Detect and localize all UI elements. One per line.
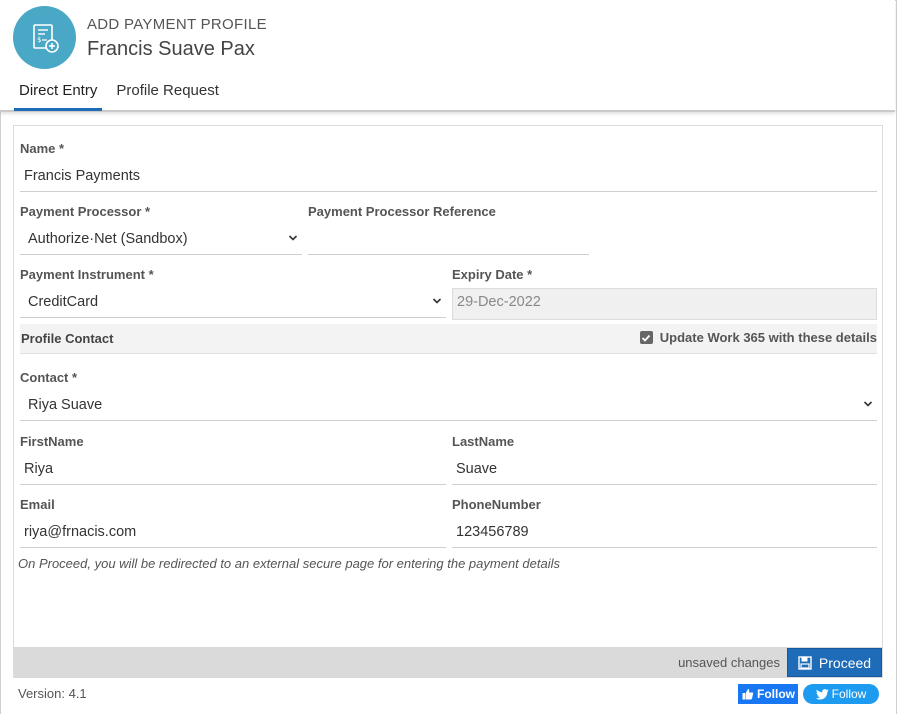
phone-input[interactable]: 123456789 [452, 519, 877, 548]
redirect-note: On Proceed, you will be redirected to an… [18, 556, 560, 571]
expiry-date-input[interactable]: 29-Dec-2022 [452, 288, 877, 320]
tab-bar: Direct Entry Profile Request [14, 79, 224, 111]
facebook-follow-button[interactable]: Follow [738, 684, 798, 704]
page-header: $ ADD PAYMENT PROFILE Francis Suave Pax … [0, 0, 895, 112]
processor-reference-input[interactable] [308, 226, 589, 255]
thumbs-up-icon [742, 689, 754, 700]
twitter-follow-button[interactable]: Follow [803, 684, 879, 704]
proceed-button[interactable]: Proceed [787, 648, 882, 677]
form-footer: unsaved changes Proceed [14, 647, 882, 678]
payment-instrument-select[interactable]: CreditCard [20, 289, 446, 318]
first-name-input[interactable]: Riya [20, 456, 446, 485]
tab-profile-request[interactable]: Profile Request [111, 79, 224, 111]
facebook-follow-label: Follow [757, 687, 795, 701]
payment-processor-label: Payment Processor * [20, 204, 151, 219]
payment-profile-form: Name * Francis Payments Payment Processo… [13, 125, 883, 678]
profile-contact-title: Profile Contact [21, 331, 114, 346]
payment-processor-select[interactable]: Authorize·Net (Sandbox) [20, 226, 302, 255]
payment-instrument-value: CreditCard [28, 294, 99, 310]
last-name-input[interactable]: Suave [452, 456, 877, 485]
processor-reference-label: Payment Processor Reference [308, 204, 496, 219]
last-name-label: LastName [452, 434, 515, 449]
proceed-label: Proceed [818, 654, 872, 671]
contact-label: Contact * [20, 370, 78, 385]
update-work365-checkbox[interactable] [639, 331, 653, 344]
page-subtitle: ADD PAYMENT PROFILE [87, 16, 267, 33]
version-label: Version: 4.1 [18, 686, 87, 701]
unsaved-status: unsaved changes [678, 655, 780, 670]
first-name-label: FirstName [20, 434, 84, 449]
email-label: Email [20, 497, 55, 512]
phone-label: PhoneNumber [452, 497, 541, 512]
name-input[interactable]: Francis Payments [20, 163, 877, 192]
svg-text:$: $ [37, 36, 41, 44]
twitter-follow-label: Follow [831, 687, 867, 701]
expiry-date-label: Expiry Date * [452, 267, 533, 282]
chevron-down-icon [288, 235, 298, 241]
twitter-bird-icon [815, 688, 829, 699]
payment-instrument-label: Payment Instrument * [20, 267, 154, 282]
save-icon [798, 655, 812, 670]
update-work365-toggle[interactable]: Update Work 365 with these details [639, 330, 877, 345]
tab-direct-entry[interactable]: Direct Entry [14, 79, 103, 111]
contact-select[interactable]: Riya Suave [20, 392, 877, 421]
payment-profile-icon: $ [13, 6, 76, 69]
chevron-down-icon [863, 401, 873, 407]
check-icon [642, 334, 651, 342]
update-work365-label: Update Work 365 with these details [659, 330, 877, 345]
profile-contact-section: Profile Contact Update Work 365 with the… [20, 324, 877, 354]
payment-processor-value: Authorize·Net (Sandbox) [28, 231, 188, 247]
contact-value: Riya Suave [28, 397, 103, 413]
email-input[interactable]: riya@frnacis.com [20, 519, 446, 548]
chevron-down-icon [432, 298, 442, 304]
page-title: Francis Suave Pax [87, 38, 255, 60]
name-label: Name * [20, 141, 65, 156]
